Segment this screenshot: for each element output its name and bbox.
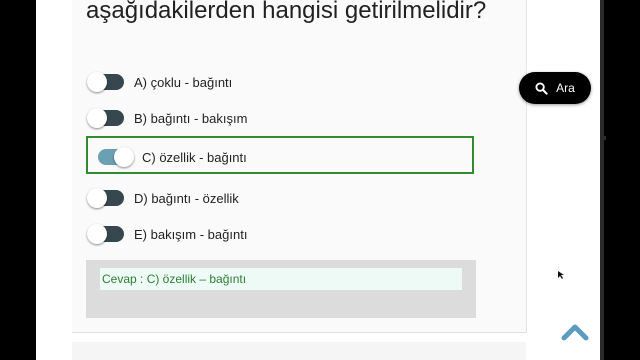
- toggle-knob: [87, 72, 107, 92]
- chevron-up-icon: [561, 324, 589, 341]
- option-label: C) özellik - bağıntı: [142, 149, 247, 165]
- option-d[interactable]: D) bağıntı - özellik: [87, 185, 239, 211]
- toggle-knob: [87, 224, 107, 244]
- search-icon: [535, 81, 548, 95]
- option-a[interactable]: A) çoklu - bağıntı: [87, 69, 233, 95]
- option-c[interactable]: C) özellik - bağıntı: [98, 144, 247, 170]
- toggle-knob: [87, 188, 107, 208]
- answer-text: Cevap : C) özellik – bağıntı: [100, 268, 462, 290]
- option-label: B) bağıntı - bakışım: [134, 110, 248, 126]
- option-label: A) çoklu - bağıntı: [134, 74, 233, 90]
- toggle-knob: [87, 108, 107, 128]
- option-b[interactable]: B) bağıntı - bakışım: [87, 105, 248, 131]
- toggle-knob: [114, 147, 134, 167]
- window-edge-tick: [600, 136, 606, 140]
- scroll-to-top-button[interactable]: [560, 318, 590, 344]
- answer-panel: Cevap : C) özellik – bağıntı: [86, 260, 476, 318]
- toggle-switch[interactable]: [87, 188, 124, 208]
- toggle-switch[interactable]: [87, 72, 124, 92]
- mouse-cursor-icon: [558, 271, 564, 279]
- toggle-switch[interactable]: [87, 224, 124, 244]
- option-label: E) bakışım - bağıntı: [134, 226, 248, 242]
- search-button[interactable]: Ara: [519, 72, 591, 104]
- toggle-switch[interactable]: [87, 108, 124, 128]
- next-card: [72, 342, 526, 360]
- window-edge: [600, 0, 604, 360]
- search-button-label: Ara: [556, 81, 575, 95]
- question-text: aşağıdakilerden hangisi getirilmelidir?: [86, 0, 487, 24]
- toggle-switch[interactable]: [98, 147, 134, 167]
- option-e[interactable]: E) bakışım - bağıntı: [87, 221, 248, 247]
- option-label: D) bağıntı - özellik: [134, 190, 239, 206]
